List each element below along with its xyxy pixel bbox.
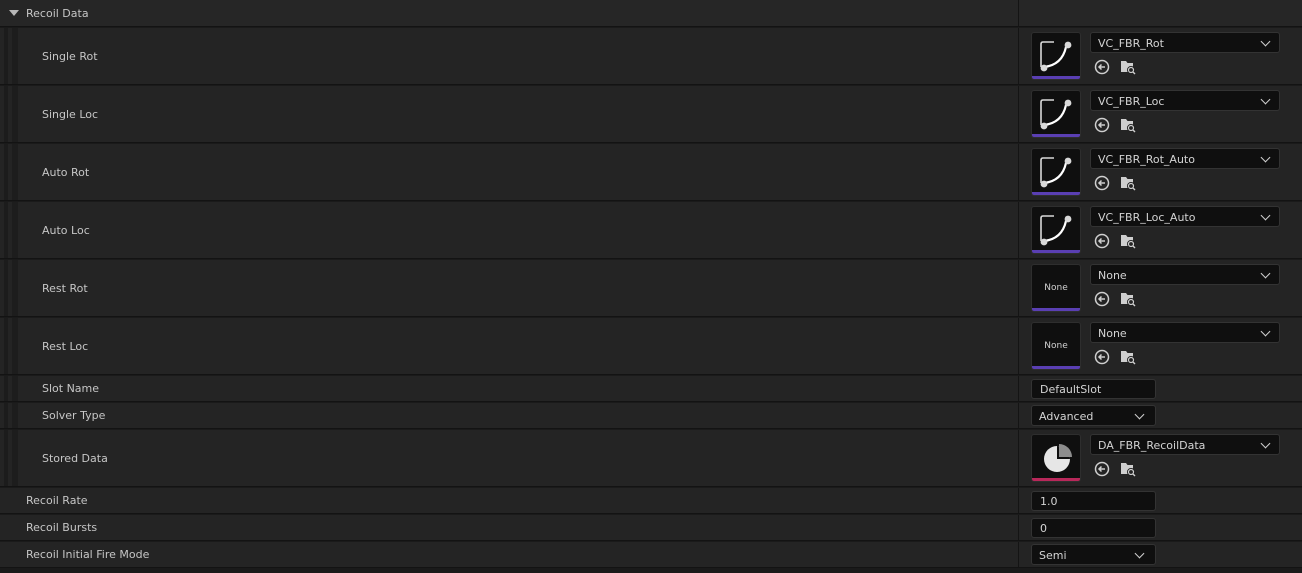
asset-picker-combo[interactable]: VC_FBR_Loc_Auto	[1090, 206, 1280, 227]
curve-thumbnail[interactable]	[1031, 90, 1081, 138]
empty-asset-thumbnail[interactable]: None	[1031, 264, 1081, 312]
chevron-down-icon	[1260, 326, 1271, 337]
property-label: Auto Rot	[42, 166, 90, 179]
fire-mode-dropdown[interactable]: Semi	[1031, 544, 1156, 565]
use-selected-icon[interactable]	[1093, 174, 1111, 192]
recoil-bursts-input[interactable]: 0	[1031, 518, 1156, 538]
curve-icon	[1040, 99, 1072, 130]
property-label: Rest Loc	[42, 340, 89, 353]
fire-mode-value: Semi	[1039, 549, 1067, 562]
property-row-single-loc: Single Loc VC_FBR_Loc	[0, 86, 1302, 143]
browse-folder-icon[interactable]	[1119, 348, 1137, 366]
property-row-recoil-rate: Recoil Rate 1.0	[0, 488, 1302, 514]
property-label: Stored Data	[42, 452, 108, 465]
property-label: Auto Loc	[42, 224, 90, 237]
asset-picker-value: VC_FBR_Loc_Auto	[1098, 211, 1196, 224]
recoil-data-category-header[interactable]: Recoil Data	[0, 0, 1302, 27]
property-label: Solver Type	[42, 409, 106, 422]
recoil-rate-value: 1.0	[1040, 495, 1058, 508]
property-row-auto-loc: Auto Loc VC_FBR_Loc_Auto	[0, 202, 1302, 259]
asset-picker-value: VC_FBR_Loc	[1098, 95, 1165, 108]
property-row-rest-loc: Rest Loc None None	[0, 318, 1302, 375]
property-row-auto-rot: Auto Rot VC_FBR_Rot_Auto	[0, 144, 1302, 201]
property-label: Recoil Rate	[26, 494, 88, 507]
property-label: Recoil Initial Fire Mode	[26, 548, 150, 561]
property-row-solver-type: Solver Type Advanced	[0, 403, 1302, 429]
browse-folder-icon[interactable]	[1119, 58, 1137, 76]
asset-picker-combo[interactable]: VC_FBR_Loc	[1090, 90, 1280, 111]
use-selected-icon[interactable]	[1093, 58, 1111, 76]
curve-icon	[1040, 215, 1072, 246]
curve-icon	[1040, 157, 1072, 188]
browse-folder-icon[interactable]	[1119, 174, 1137, 192]
asset-picker-value: None	[1098, 269, 1127, 282]
slot-name-input[interactable]: DefaultSlot	[1031, 379, 1156, 399]
use-selected-icon[interactable]	[1093, 232, 1111, 250]
solver-type-dropdown[interactable]: Advanced	[1031, 405, 1156, 426]
property-row-fire-mode: Recoil Initial Fire Mode Semi	[0, 542, 1302, 568]
recoil-bursts-value: 0	[1040, 522, 1047, 535]
browse-folder-icon[interactable]	[1119, 116, 1137, 134]
asset-picker-combo[interactable]: VC_FBR_Rot	[1090, 32, 1280, 53]
asset-picker-combo[interactable]: DA_FBR_RecoilData	[1090, 434, 1280, 455]
property-label: Single Rot	[42, 50, 98, 63]
property-label: Slot Name	[42, 382, 100, 395]
chevron-down-icon	[1260, 94, 1271, 105]
curve-icon	[1040, 41, 1072, 72]
property-label: Rest Rot	[42, 282, 88, 295]
property-label: Recoil Bursts	[26, 521, 98, 534]
property-row-stored-data: Stored Data DA_FBR_RecoilData	[0, 430, 1302, 487]
chevron-down-icon	[1260, 268, 1271, 279]
asset-picker-value: VC_FBR_Rot	[1098, 37, 1164, 50]
collapse-arrow-icon[interactable]	[9, 10, 19, 16]
chevron-down-icon	[1134, 409, 1145, 420]
curve-thumbnail[interactable]	[1031, 32, 1081, 80]
browse-folder-icon[interactable]	[1119, 232, 1137, 250]
curve-thumbnail[interactable]	[1031, 148, 1081, 196]
chevron-down-icon	[1260, 36, 1271, 47]
property-row-single-rot: Single Rot VC_FBR_Rot	[0, 28, 1302, 85]
property-label: Single Loc	[42, 108, 99, 121]
browse-folder-icon[interactable]	[1119, 290, 1137, 308]
chevron-down-icon	[1260, 210, 1271, 221]
asset-picker-value: VC_FBR_Rot_Auto	[1098, 153, 1195, 166]
chevron-down-icon	[1260, 152, 1271, 163]
recoil-rate-input[interactable]: 1.0	[1031, 491, 1156, 511]
use-selected-icon[interactable]	[1093, 348, 1111, 366]
asset-picker-combo[interactable]: None	[1090, 322, 1280, 343]
chevron-down-icon	[1134, 548, 1145, 559]
asset-picker-combo[interactable]: None	[1090, 264, 1280, 285]
asset-picker-combo[interactable]: VC_FBR_Rot_Auto	[1090, 148, 1280, 169]
browse-folder-icon[interactable]	[1119, 460, 1137, 478]
use-selected-icon[interactable]	[1093, 290, 1111, 308]
property-row-recoil-bursts: Recoil Bursts 0	[0, 515, 1302, 541]
asset-picker-value: DA_FBR_RecoilData	[1098, 439, 1206, 452]
details-panel: Recoil Data Single Rot VC_FBR_Rot Single	[0, 0, 1302, 573]
empty-asset-thumbnail[interactable]: None	[1031, 322, 1081, 370]
category-title: Recoil Data	[26, 7, 89, 20]
property-row-rest-rot: Rest Rot None None	[0, 260, 1302, 317]
use-selected-icon[interactable]	[1093, 116, 1111, 134]
pie-chart-icon	[1044, 444, 1072, 472]
asset-picker-value: None	[1098, 327, 1127, 340]
thumbnail-none-text: None	[1044, 283, 1068, 293]
solver-type-value: Advanced	[1039, 410, 1094, 423]
slot-name-value: DefaultSlot	[1040, 383, 1102, 396]
data-asset-thumbnail[interactable]	[1031, 434, 1081, 482]
thumbnail-none-text: None	[1044, 341, 1068, 351]
property-row-slot-name: Slot Name DefaultSlot	[0, 376, 1302, 402]
use-selected-icon[interactable]	[1093, 460, 1111, 478]
curve-thumbnail[interactable]	[1031, 206, 1081, 254]
chevron-down-icon	[1260, 438, 1271, 449]
